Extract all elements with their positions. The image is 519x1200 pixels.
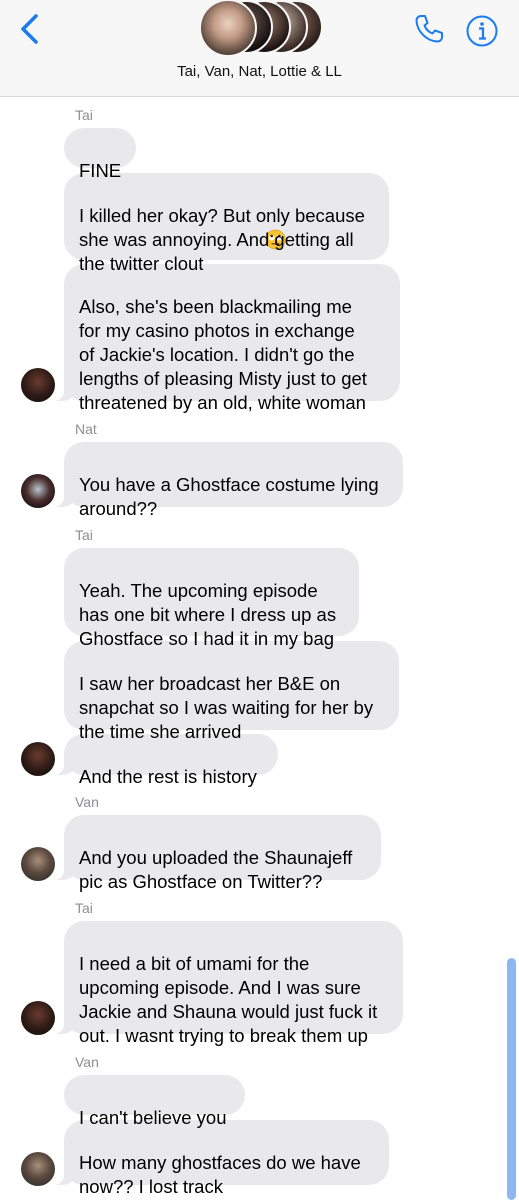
message-text: You have a Ghostface costume lying aroun… — [79, 474, 379, 519]
sender-name: Van — [75, 794, 99, 810]
message-text: And the rest is history — [79, 766, 257, 787]
sender-name: Tai — [75, 527, 93, 543]
message-bubble[interactable]: I saw her broadcast her B&E on snapchat … — [64, 641, 399, 742]
avatar[interactable] — [21, 847, 55, 881]
phone-icon — [415, 15, 443, 43]
sender-name: Van — [75, 1054, 99, 1070]
message-text: I need a bit of umami for the upcoming e… — [79, 953, 378, 1046]
message-bubble[interactable]: Yeah. The upcoming episode has one bit w… — [64, 548, 359, 649]
message-bubble[interactable]: I killed her okay? But only because she … — [64, 173, 389, 274]
avatar[interactable] — [21, 474, 55, 508]
message-bubble[interactable]: You have a Ghostface costume lying aroun… — [54, 442, 403, 519]
info-icon — [466, 15, 498, 47]
chevron-left-icon — [21, 14, 38, 44]
avatar[interactable] — [21, 1001, 55, 1035]
group-avatars[interactable] — [199, 0, 323, 57]
info-button[interactable] — [465, 14, 499, 48]
conversation-header: Tai, Van, Nat, Lottie & LL — [0, 0, 519, 97]
avatar[interactable] — [21, 1152, 55, 1186]
message-text: FINE — [79, 160, 122, 181]
message-bubble[interactable]: FINE — [64, 128, 136, 181]
avatar[interactable] — [21, 742, 55, 776]
avatar[interactable] — [21, 368, 55, 402]
message-text: How many ghostfaces do we have now?? I l… — [79, 1152, 361, 1197]
message-text: I saw her broadcast her B&E on snapchat … — [79, 673, 374, 742]
message-bubble[interactable]: I can't believe you — [64, 1075, 245, 1128]
message-bubble[interactable]: How many ghostfaces do we have now?? I l… — [54, 1120, 389, 1197]
sender-name: Nat — [75, 421, 97, 437]
scrollbar[interactable] — [507, 958, 516, 1200]
message-bubble[interactable]: Also, she's been blackmailing me for my … — [54, 264, 400, 413]
message-text: Also, she's been blackmailing me for my … — [79, 296, 367, 413]
conversation-title[interactable]: Tai, Van, Nat, Lottie & LL — [0, 63, 519, 80]
message-text: I can't believe you — [79, 1107, 227, 1128]
sender-name: Tai — [75, 107, 93, 123]
message-text: And you uploaded the Shaunajeff pic as G… — [79, 847, 353, 892]
message-text: Yeah. The upcoming episode has one bit w… — [79, 580, 337, 649]
group-avatar — [199, 0, 257, 57]
sender-name: Tai — [75, 900, 93, 916]
message-bubble[interactable]: And you uploaded the Shaunajeff pic as G… — [54, 815, 381, 892]
call-button[interactable] — [412, 12, 446, 46]
message-bubble[interactable]: I need a bit of umami for the upcoming e… — [54, 921, 403, 1046]
back-button[interactable] — [14, 12, 46, 46]
